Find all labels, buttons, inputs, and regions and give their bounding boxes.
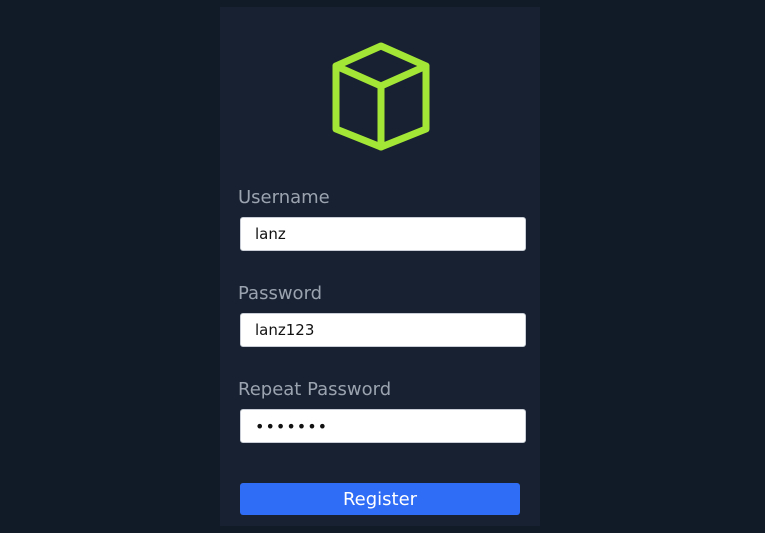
password-label: Password <box>238 283 323 304</box>
username-label: Username <box>238 187 330 208</box>
page: Username Password Repeat Password Regist… <box>0 0 765 533</box>
repeat-password-label: Repeat Password <box>238 379 392 400</box>
register-card: Username Password Repeat Password Regist… <box>220 7 540 526</box>
repeat-password-field[interactable] <box>240 409 526 443</box>
register-button[interactable]: Register <box>240 483 520 515</box>
password-field[interactable] <box>240 313 526 347</box>
cube-icon <box>332 42 430 151</box>
username-field[interactable] <box>240 217 526 251</box>
